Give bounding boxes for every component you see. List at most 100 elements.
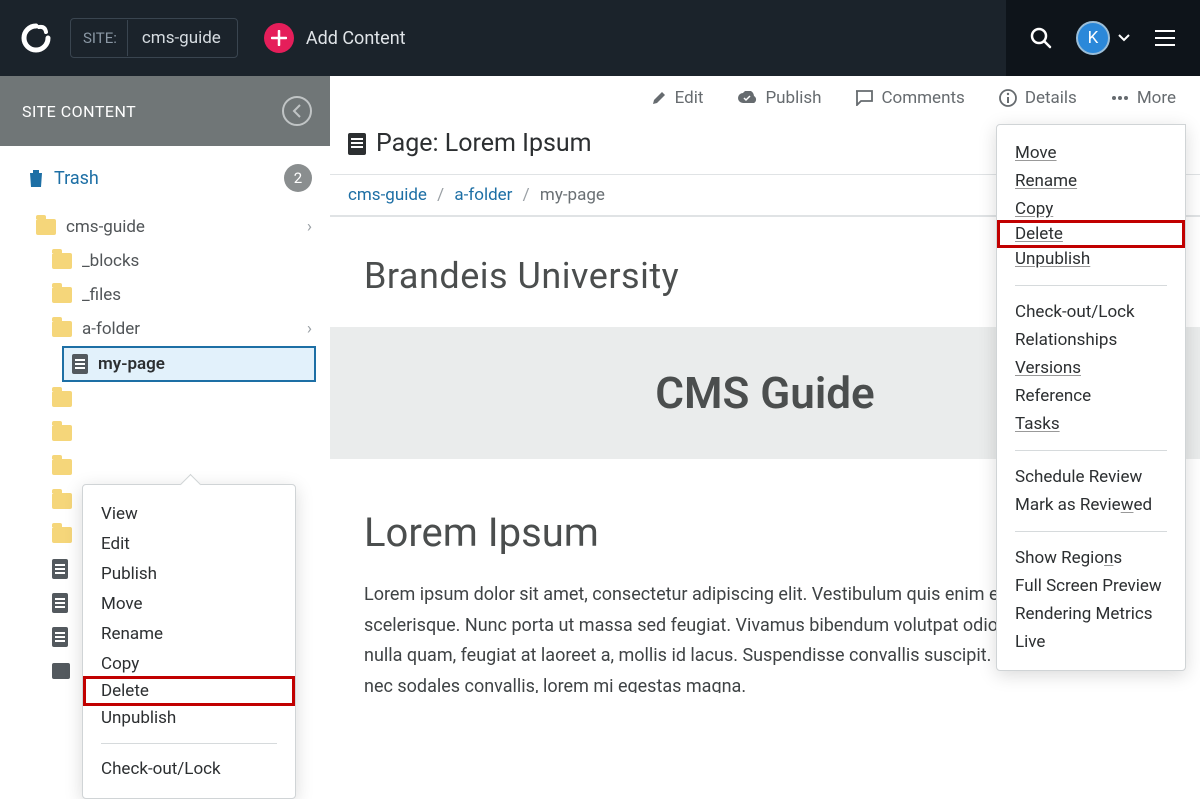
folder-icon xyxy=(52,493,72,509)
page-icon xyxy=(348,133,366,155)
details-action[interactable]: Details xyxy=(999,88,1077,108)
comment-icon xyxy=(855,90,873,106)
tree-label: cms-guide xyxy=(66,217,145,237)
more-separator xyxy=(1015,531,1167,532)
tree-item-files[interactable]: _files xyxy=(0,278,330,312)
page-icon xyxy=(52,627,68,647)
trash-label: Trash xyxy=(54,168,99,189)
info-icon xyxy=(999,89,1017,107)
more-move[interactable]: Move xyxy=(997,139,1185,167)
tree-root[interactable]: cms-guide › xyxy=(0,210,330,244)
context-publish[interactable]: Publish xyxy=(83,559,295,589)
more-delete[interactable]: Delete xyxy=(997,220,1185,248)
trash-count-badge: 2 xyxy=(284,164,312,192)
topbar: SITE: cms-guide Add Content K xyxy=(0,0,1200,76)
edit-action[interactable]: Edit xyxy=(651,88,704,108)
more-live[interactable]: Live xyxy=(997,628,1185,656)
app-logo-icon[interactable] xyxy=(18,20,54,56)
image-icon xyxy=(52,663,70,679)
page-icon xyxy=(52,559,68,579)
more-unpublish[interactable]: Unpublish xyxy=(997,245,1185,273)
more-relationships[interactable]: Relationships xyxy=(997,326,1185,354)
crumb-sep: / xyxy=(437,185,444,205)
actionbar: Edit Publish Comments Details More xyxy=(330,76,1200,119)
pencil-icon xyxy=(651,90,667,106)
more-metrics[interactable]: Rendering Metrics xyxy=(997,600,1185,628)
action-label: Edit xyxy=(675,88,704,108)
more-fullscreen[interactable]: Full Screen Preview xyxy=(997,572,1185,600)
crumb-link[interactable]: a-folder xyxy=(454,185,512,205)
tree-item-blocks[interactable]: _blocks xyxy=(0,244,330,278)
action-label: Comments xyxy=(881,88,964,108)
context-menu: View Edit Publish Move Rename Copy Delet… xyxy=(82,484,296,799)
context-rename[interactable]: Rename xyxy=(83,619,295,649)
context-view[interactable]: View xyxy=(83,499,295,529)
dots-icon xyxy=(1111,95,1129,101)
more-tasks[interactable]: Tasks xyxy=(997,410,1185,438)
tree-label: _files xyxy=(82,285,121,305)
tree-item[interactable] xyxy=(0,416,330,450)
folder-icon xyxy=(52,253,72,269)
publish-action[interactable]: Publish xyxy=(737,88,821,108)
tree-item-mypage[interactable]: my-page xyxy=(62,346,316,382)
sidebar: SITE CONTENT Trash 2 cms-guide › _blocks… xyxy=(0,76,330,693)
site-selector[interactable]: SITE: cms-guide xyxy=(70,18,238,58)
folder-icon xyxy=(52,391,72,407)
action-label: Publish xyxy=(765,88,821,108)
chevron-right-icon: › xyxy=(307,319,312,339)
more-reference[interactable]: Reference xyxy=(997,382,1185,410)
tree-label: a-folder xyxy=(82,319,140,339)
more-schedule[interactable]: Schedule Review xyxy=(997,463,1185,491)
sidebar-title: SITE CONTENT xyxy=(22,102,136,121)
more-versions[interactable]: Versions xyxy=(997,354,1185,382)
context-copy[interactable]: Copy xyxy=(83,649,295,679)
tree-label: _blocks xyxy=(82,251,139,271)
folder-icon xyxy=(52,459,72,475)
folder-icon xyxy=(36,219,56,235)
trash-icon xyxy=(28,168,44,188)
trash-link[interactable]: Trash 2 xyxy=(0,146,330,210)
user-menu[interactable]: K xyxy=(1076,21,1130,55)
tree-item-afolder[interactable]: a-folder › xyxy=(0,312,330,346)
tree-label: my-page xyxy=(98,354,165,374)
folder-icon xyxy=(52,287,72,303)
folder-icon xyxy=(52,321,72,337)
hamburger-icon[interactable] xyxy=(1154,29,1176,47)
search-icon[interactable] xyxy=(1030,27,1052,49)
context-delete[interactable]: Delete xyxy=(83,676,295,706)
more-dropdown: Move Rename Copy Delete Unpublish Check-… xyxy=(996,124,1186,671)
title-text: Lorem Ipsum xyxy=(445,129,592,158)
folder-icon xyxy=(52,527,72,543)
more-copy[interactable]: Copy xyxy=(997,195,1185,223)
more-checkout[interactable]: Check-out/Lock xyxy=(997,298,1185,326)
context-separator xyxy=(101,743,277,744)
site-label: SITE: xyxy=(83,29,117,47)
collapse-sidebar-button[interactable] xyxy=(282,96,312,126)
crumb-link[interactable]: cms-guide xyxy=(348,185,427,205)
tree-item[interactable] xyxy=(0,382,330,416)
plus-icon xyxy=(264,23,294,53)
context-move[interactable]: Move xyxy=(83,589,295,619)
comments-action[interactable]: Comments xyxy=(855,88,964,108)
more-reviewed[interactable]: Mark as Reviewed xyxy=(997,491,1185,519)
add-content-button[interactable]: Add Content xyxy=(264,23,406,53)
chevron-down-icon xyxy=(1118,34,1130,42)
tree-item[interactable] xyxy=(0,450,330,484)
crumb-sep: / xyxy=(523,185,530,205)
topbar-right: K xyxy=(1006,0,1200,76)
title-prefix: Page: xyxy=(376,129,445,158)
page-icon xyxy=(52,593,68,613)
context-unpublish[interactable]: Unpublish xyxy=(83,703,295,733)
page-icon xyxy=(72,354,88,374)
action-label: Details xyxy=(1025,88,1077,108)
more-separator xyxy=(1015,450,1167,451)
more-rename[interactable]: Rename xyxy=(997,167,1185,195)
avatar: K xyxy=(1076,21,1110,55)
context-edit[interactable]: Edit xyxy=(83,529,295,559)
more-regions[interactable]: Show Regions xyxy=(997,544,1185,572)
context-checkout[interactable]: Check-out/Lock xyxy=(83,754,295,784)
site-value: cms-guide xyxy=(127,20,235,56)
more-action[interactable]: More xyxy=(1111,88,1176,108)
action-label: More xyxy=(1137,88,1176,108)
add-content-label: Add Content xyxy=(306,28,406,49)
